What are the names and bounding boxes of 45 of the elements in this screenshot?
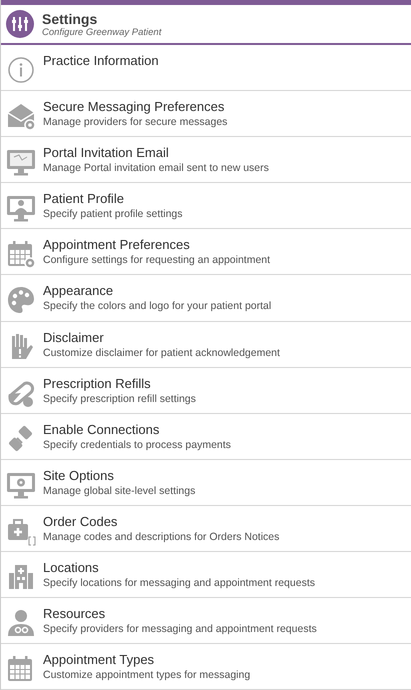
settings-item[interactable]: Secure Messaging Preferences Manage providers for secure messages <box>1 91 411 138</box>
item-title: Prescription Refills <box>43 376 152 391</box>
settings-item[interactable]: Prescription Refills Specify prescription refill settings <box>1 368 411 414</box>
settings-item[interactable]: Enable Connections Specify credentials to process payments <box>1 414 411 460</box>
item-title: Resources <box>43 606 106 622</box>
settings-item[interactable]: Locations Specify locations for messaging and appointment requests <box>1 552 411 598</box>
settings-item[interactable]: Appointment Preferences Configure settings for requesting an appointment <box>1 229 411 276</box>
item-title: Order Codes <box>43 514 118 529</box>
calendar-gear-icon <box>5 238 37 270</box>
item-title: Appointment Types <box>43 652 156 668</box>
item-description: Configure settings for requesting an appointment <box>43 254 270 266</box>
item-description: Specify the colors and logo for your patient portal <box>43 300 272 312</box>
item-title: Enable Connections <box>43 422 160 437</box>
item-title: Patient Profile <box>43 191 125 206</box>
settings-item[interactable]: Appearance Specify the colors and logo for your patient portal <box>1 275 411 322</box>
item-description: Specify patient profile settings <box>43 208 182 220</box>
item-description: Specify credentials to process payments <box>43 438 231 451</box>
settings-item[interactable]: Order Codes Manage codes and descriptions for Orders Notices <box>1 506 411 552</box>
settings-item[interactable]: Appointment Types Customize appointment types for messaging <box>1 644 411 690</box>
settings-item[interactable]: Site Options Manage global site-level settings <box>1 460 411 506</box>
item-description: Customize appointment types for messaging <box>43 669 250 682</box>
page-subtitle: Configure Greenway Patient <box>42 26 162 38</box>
item-description: Specify providers for messaging and appointment requests <box>43 623 317 636</box>
page-title: Settings <box>42 10 98 26</box>
settings-item[interactable]: Practice Information <box>1 45 411 92</box>
item-description: Manage codes and descriptions for Orders Notices <box>43 530 280 543</box>
item-title: Secure Messaging Preferences <box>43 99 226 114</box>
item-title: Site Options <box>43 468 115 483</box>
item-description: Specify locations for messaging and appointment requests <box>43 577 315 590</box>
item-title: Disclaimer <box>43 330 105 345</box>
item-title: Practice Information <box>43 53 159 68</box>
settings-item[interactable]: Resources Specify providers for messaging and appointment requests <box>1 598 411 644</box>
item-description: Customize disclaimer for patient acknowledgement <box>43 346 280 359</box>
item-description: Manage Portal invitation email sent to new users <box>43 162 269 174</box>
item-title: Appearance <box>43 283 114 298</box>
item-title: Portal Invitation Email <box>43 145 170 160</box>
sliders-icon <box>6 10 34 38</box>
item-description: Manage global site-level settings <box>43 484 196 497</box>
item-description: Specify prescription refill settings <box>43 392 196 405</box>
settings-item[interactable]: Disclaimer Customize disclaimer for patient acknowledgement <box>1 322 411 368</box>
settings-item[interactable]: Patient Profile Specify patient profile settings <box>1 183 411 230</box>
item-title: Locations <box>43 560 100 576</box>
item-title: Appointment Preferences <box>43 237 191 252</box>
settings-item[interactable]: Portal Invitation Email Manage Portal invitation email sent to new users <box>1 137 411 184</box>
item-description: Manage providers for secure messages <box>43 116 228 128</box>
